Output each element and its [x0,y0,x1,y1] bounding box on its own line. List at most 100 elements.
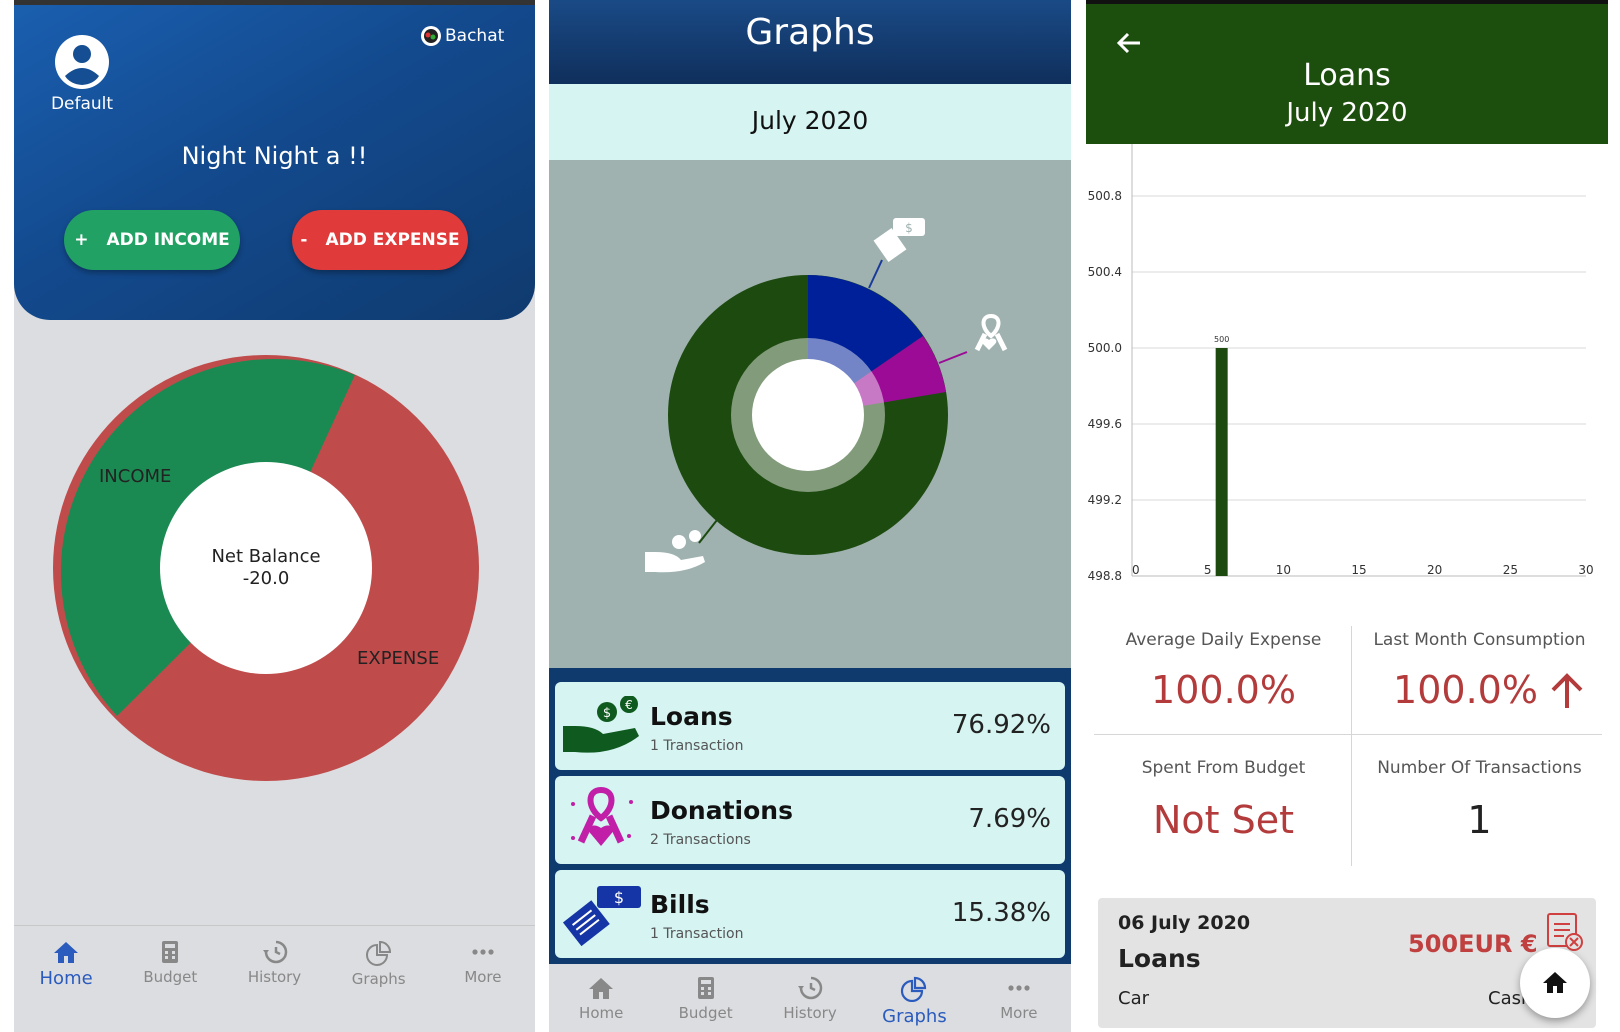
arrow-up-icon [1551,673,1583,708]
user-icon [55,35,109,89]
stats-divider-horizontal [1094,734,1602,735]
add-expense-button[interactable]: - ADD EXPENSE [292,210,468,270]
history-icon [262,940,287,964]
category-percent: 7.69% [968,804,1051,834]
nav-home-label: Home [579,1004,624,1022]
bar [1215,348,1228,576]
category-pie-chart: $ [645,218,1008,573]
loans-hand-icon: $ € [563,696,639,753]
avg-daily-value: 100.0% [1151,668,1296,712]
expense-label: EXPENSE [357,648,440,669]
page-title: Graphs [745,12,875,53]
y-tick-label: 500.8 [1088,189,1122,203]
pie-chart-icon [901,976,927,1002]
y-tick-label: 499.2 [1088,493,1122,507]
donations-ribbon-icon [571,786,633,846]
spent-from-budget-value: Not Set [1152,798,1295,842]
nav-budget[interactable]: Budget [653,976,757,1027]
svg-text:$: $ [905,221,913,235]
donations-icon [974,313,1008,352]
bills-receipt-icon: $ [562,886,641,947]
y-tick-label: 500.4 [1088,265,1122,279]
category-name: Donations [650,796,793,825]
nav-graphs[interactable]: Graphs [327,940,431,989]
nav-budget[interactable]: Budget [118,940,222,989]
x-tick-label: 15 [1351,563,1366,577]
arrow-left-icon [1116,32,1140,54]
nav-more-label: More [464,968,502,986]
y-tick-label: 499.6 [1088,417,1122,431]
svg-text:$: $ [614,888,624,907]
x-tick-label: 5 [1204,563,1212,577]
spent-from-budget-label: Spent From Budget [1141,758,1306,778]
nav-more-label: More [1000,1004,1038,1022]
nav-graphs-label: Graphs [351,970,406,988]
nav-more[interactable]: More [967,976,1071,1027]
more-dots-icon [1008,985,1030,991]
calculator-icon [162,941,179,963]
category-percent: 76.92% [951,710,1051,740]
svg-text:€: € [625,698,633,712]
transaction-amount: 500EUR € [1408,930,1538,958]
nav-home[interactable]: Home [14,940,118,989]
last-month-label: Last Month Consumption [1373,630,1586,650]
category-count: 1 Transaction [650,738,744,754]
transaction-note: Car [1118,988,1149,1009]
category-percent: 15.38% [951,898,1051,928]
status-bar [14,0,535,5]
home-screen: Default Bachat Night Night a !! + ADD INC… [14,0,535,1032]
graphs-screen: Graphs July 2020 $ $ € Loans 1 Transacti… [549,0,1071,1032]
svg-text:$: $ [603,706,611,721]
category-card-loans[interactable]: $ € Loans 1 Transaction 76.92% [555,682,1065,770]
nav-history[interactable]: History [758,976,862,1027]
profile-avatar[interactable] [54,34,110,90]
page-title: Loans [1303,58,1391,93]
category-card-donations[interactable]: Donations 2 Transactions 7.69% [555,776,1065,864]
minus-sign: - [300,230,308,250]
x-tick-label: 10 [1276,563,1291,577]
month-label: July 2020 [751,106,869,135]
pie-hole [752,359,864,471]
nav-budget-label: Budget [143,968,198,986]
category-count: 2 Transactions [650,832,751,848]
category-name: Bills [650,890,710,919]
nav-graphs[interactable]: Graphs [862,976,966,1027]
category-card-bills[interactable]: $ Bills 1 Transaction 15.38% [555,870,1065,958]
home-icon [54,942,79,963]
nav-home[interactable]: Home [549,976,653,1027]
x-tick-label: 0 [1132,563,1140,577]
bar-value-label: 500 [1214,335,1229,344]
x-tick-label: 30 [1578,563,1593,577]
home-icon [589,978,614,999]
home-icon [1543,972,1567,993]
plus-sign: + [74,230,89,250]
back-button[interactable] [1114,28,1144,58]
nav-history-label: History [247,968,302,986]
income-label: INCOME [99,466,172,487]
loans-icon [645,530,705,573]
transaction-date: 06 July 2020 [1118,912,1251,934]
nav-history[interactable]: History [222,940,326,989]
brand-name: Bachat [445,26,505,46]
delete-receipt-icon[interactable] [1544,910,1584,952]
num-transactions-label: Number Of Transactions [1377,758,1582,778]
net-balance-value: -20.0 [242,568,290,589]
x-tick-label: 25 [1503,563,1518,577]
nav-budget-label: Budget [678,1004,733,1022]
more-dots-icon [472,949,494,955]
daily-bar-chart: 500.8 500.4 500.0 499.6 499.2 498.8 0 5 10 15 20 25… [1088,144,1594,583]
home-fab-button[interactable] [1520,948,1590,1018]
avg-daily-label: Average Daily Expense [1125,630,1322,650]
month-label: July 2020 [1286,98,1408,128]
add-income-button[interactable]: + ADD INCOME [64,210,240,270]
nav-home-label: Home [39,968,93,989]
greeting-text: Night Night a !! [181,142,368,170]
category-count: 1 Transaction [650,926,744,942]
profile-name: Default [50,94,114,114]
net-balance-title: Net Balance [211,546,321,567]
transaction-category: Loans [1118,944,1201,973]
num-transactions-value: 1 [1467,798,1492,842]
nav-graphs-label: Graphs [882,1006,947,1027]
nav-more[interactable]: More [431,940,535,989]
bottom-nav: Home Budget History Graphs More [549,976,1071,1027]
